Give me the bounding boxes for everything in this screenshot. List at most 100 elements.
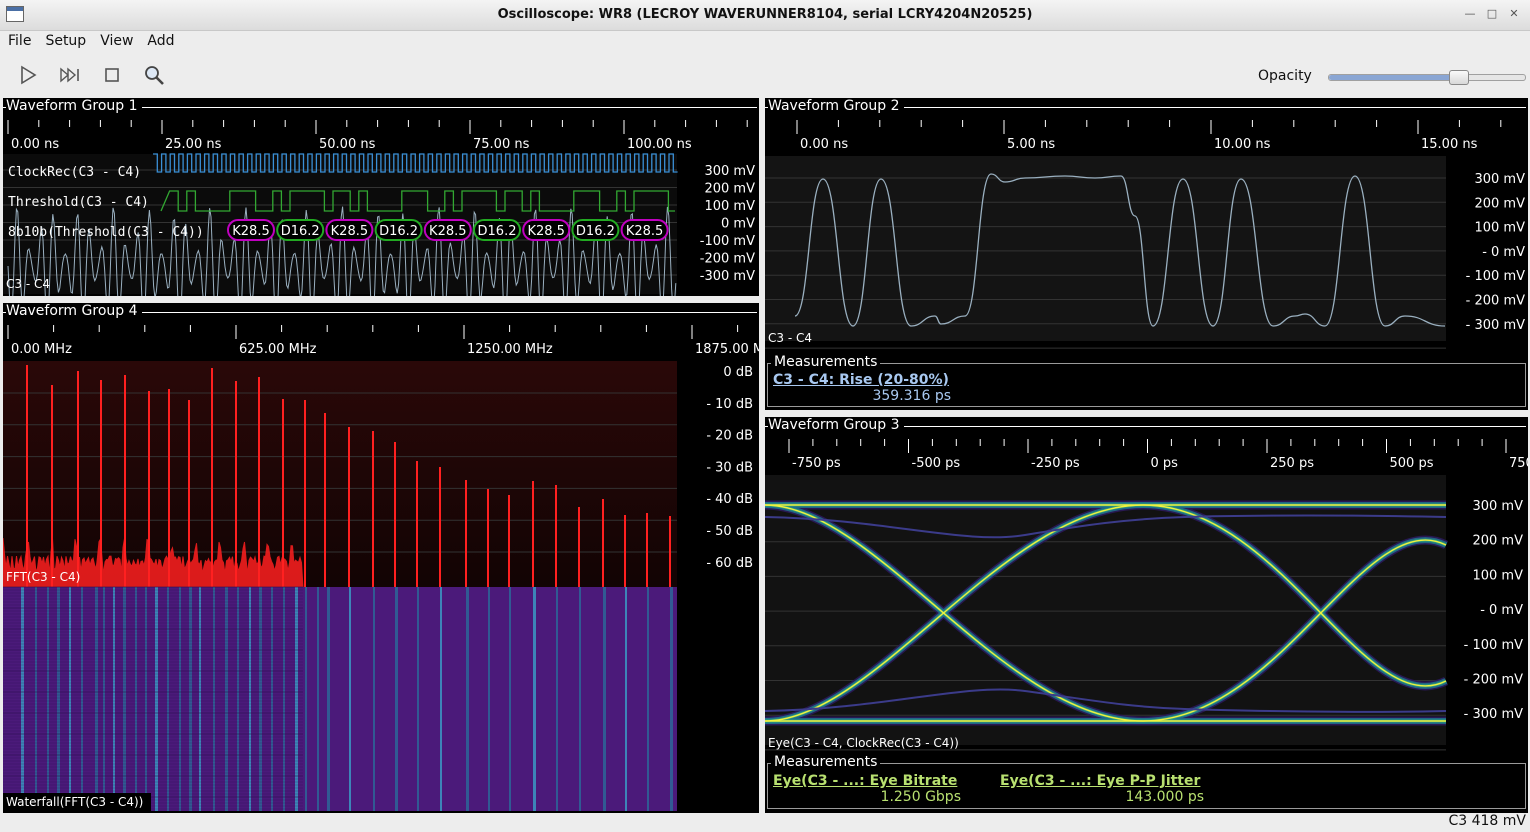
y-axis-label: - 100 mV (1464, 638, 1523, 653)
waterfall-line (647, 587, 649, 811)
axis-tick-label: 0.00 ns (800, 137, 848, 152)
symbol-d16-2: D16.2 (379, 224, 418, 239)
waterfall-line (283, 587, 285, 811)
waterfall-line (305, 587, 307, 811)
y-axis-label: - 60 dB (706, 556, 753, 571)
waterfall-line (533, 587, 536, 811)
waterfall-label: Waterfall(FFT(C3 - C4)) (6, 795, 143, 809)
waterfall-line (249, 587, 251, 811)
y-axis-label: - 100 mV (1466, 269, 1525, 284)
y-axis-label: - 10 dB (706, 397, 753, 412)
axis-tick-label: 0.00 ns (11, 137, 59, 152)
measurement-jitter-name[interactable]: Eye(C3 - ...: Eye P-P Jitter (1000, 773, 1200, 789)
y-axis-label: -100 mV (700, 234, 755, 249)
menu-add[interactable]: Add (139, 31, 180, 49)
menu-setup[interactable]: Setup (37, 31, 92, 49)
waterfall-line (47, 587, 49, 811)
y-axis-label: 300 mV (1472, 499, 1523, 514)
menu-view[interactable]: View (92, 31, 139, 49)
symbol-k28-5: K28.5 (527, 224, 564, 239)
y-axis-label: - 50 dB (706, 524, 753, 539)
waterfall-line (625, 587, 627, 811)
title-bar: Oscilloscope: WR8 (LECROY WAVERUNNER8104… (0, 0, 1530, 31)
group-4-plot[interactable]: 0.00 MHz 625.00 MHz 1250.00 MHz 1875.00 M 0… (3, 321, 759, 813)
axis-tick-label: -500 ps (912, 456, 961, 471)
close-icon[interactable]: ✕ (1506, 7, 1522, 21)
fast-forward-icon[interactable] (58, 64, 82, 86)
axis-tick-label: 0 ps (1151, 456, 1179, 471)
g2-measurements-panel: Measurements C3 - C4: Rise (20-80%) 359.… (767, 363, 1526, 407)
waterfall-line (199, 587, 201, 811)
waterfall-line (69, 587, 71, 811)
axis-tick-label: 15.00 ns (1421, 137, 1478, 152)
waterfall-line (189, 587, 192, 811)
play-icon[interactable] (16, 64, 40, 86)
menu-bar: File Setup View Add (0, 31, 1530, 53)
y-axis-label: - 20 dB (706, 429, 753, 444)
axis-tick-label: 500 ps (1390, 456, 1434, 471)
waterfall-line (167, 587, 169, 811)
group-3-title-bar: Waveform Group 3 (765, 417, 1528, 435)
y-axis-label: 300 mV (704, 164, 755, 179)
axis-tick-label: 50.00 ns (319, 137, 376, 152)
axis-tick-label: 25.00 ns (165, 137, 222, 152)
symbol-k28-5: K28.5 (232, 224, 269, 239)
symbol-d16-2: D16.2 (576, 224, 615, 239)
g2-measurements-title: Measurements (771, 354, 880, 370)
group-4-title: Waveform Group 4 (6, 303, 142, 319)
y-axis-label: - 300 mV (1464, 707, 1523, 722)
waterfall-line (35, 587, 37, 811)
y-axis-label: - 200 mV (1466, 294, 1525, 309)
waveform-group-2[interactable]: Waveform Group 2 0.00 ns 5.00 ns 10.00 ns 1… (765, 98, 1528, 410)
waterfall-line (417, 587, 419, 811)
8b10b-decode-row: K28.5 D16.2 K28.5 D16.2 K28.5 D16.2 K28.5 D16.2… (228, 220, 668, 240)
group-1-title: Waveform Group 1 (6, 98, 142, 114)
stop-icon[interactable] (100, 64, 124, 86)
measurement-rise-name[interactable]: C3 - C4: Rise (20-80%) (773, 372, 949, 388)
waterfall-line (295, 587, 298, 811)
group-2-title-bar: Waveform Group 2 (765, 98, 1528, 116)
waveform-group-4[interactable]: Waveform Group 4 0.00 MHz 625.00 MHz 1250.… (3, 303, 759, 813)
opacity-label: Opacity (1258, 68, 1312, 84)
waveform-group-3[interactable]: Waveform Group 3 -750 ps -500 ps -250 ps 0 … (765, 417, 1528, 813)
waveform-group-1[interactable]: Waveform Group 1 0.00 ns 25.00 ns 50.00 ns… (3, 98, 759, 296)
status-text: C3 418 mV (1448, 813, 1526, 829)
waterfall-line (57, 587, 60, 811)
y-axis-label: -200 mV (700, 252, 755, 267)
fft-plot-area (3, 361, 677, 587)
group-3-plot[interactable]: -750 ps -500 ps -250 ps 0 ps 250 ps 500 ps 750… (765, 435, 1528, 755)
status-bar: C3 418 mV (0, 813, 1530, 832)
group-1-time-axis: 0.00 ns 25.00 ns 50.00 ns 75.00 ns 100.00 ns (8, 120, 747, 152)
maximize-icon[interactable]: □ (1484, 7, 1500, 21)
waterfall-line (395, 587, 398, 811)
waterfall-line (155, 587, 158, 811)
axis-tick-label: 1875.00 M (695, 342, 759, 357)
channel-label-g1: C3 - C4 (6, 277, 50, 291)
waterfall-line (237, 587, 239, 811)
waterfall-line (81, 587, 83, 811)
group-2-plot[interactable]: 0.00 ns 5.00 ns 10.00 ns 15.00 ns 300 mV 200… (765, 116, 1528, 356)
menu-file[interactable]: File (0, 31, 37, 49)
waterfall-line (113, 587, 115, 811)
group-2-time-axis: 0.00 ns 5.00 ns 10.00 ns 15.00 ns (797, 120, 1501, 152)
y-axis-label: -300 mV (700, 269, 755, 284)
zoom-icon[interactable] (142, 64, 166, 86)
waterfall-line (213, 587, 215, 811)
waterfall-line (135, 587, 137, 811)
waterfall-line (509, 587, 511, 811)
y-axis-label: 100 mV (1472, 568, 1523, 583)
symbol-d16-2: D16.2 (478, 224, 517, 239)
opacity-slider[interactable] (1328, 74, 1526, 81)
g3-measurements-panel: Measurements Eye(C3 - ...: Eye Bitrate 1… (767, 763, 1526, 809)
opacity-slider-thumb[interactable] (1449, 70, 1469, 85)
axis-tick-label: 5.00 ns (1007, 137, 1055, 152)
waterfall-line (373, 587, 375, 811)
minimize-icon[interactable]: — (1462, 7, 1478, 21)
axis-tick-label: -750 ps (792, 456, 841, 471)
axis-tick-label: 750 (1509, 456, 1528, 471)
symbol-d16-2: D16.2 (281, 224, 320, 239)
waterfall-line (440, 587, 442, 811)
measurement-bitrate-name[interactable]: Eye(C3 - ...: Eye Bitrate (773, 773, 957, 789)
group-4-frequency-axis: 0.00 MHz 625.00 MHz 1250.00 MHz 1875.00 M (8, 325, 759, 357)
group-1-plot[interactable]: 0.00 ns 25.00 ns 50.00 ns 75.00 ns 100.00 ns… (3, 116, 759, 296)
